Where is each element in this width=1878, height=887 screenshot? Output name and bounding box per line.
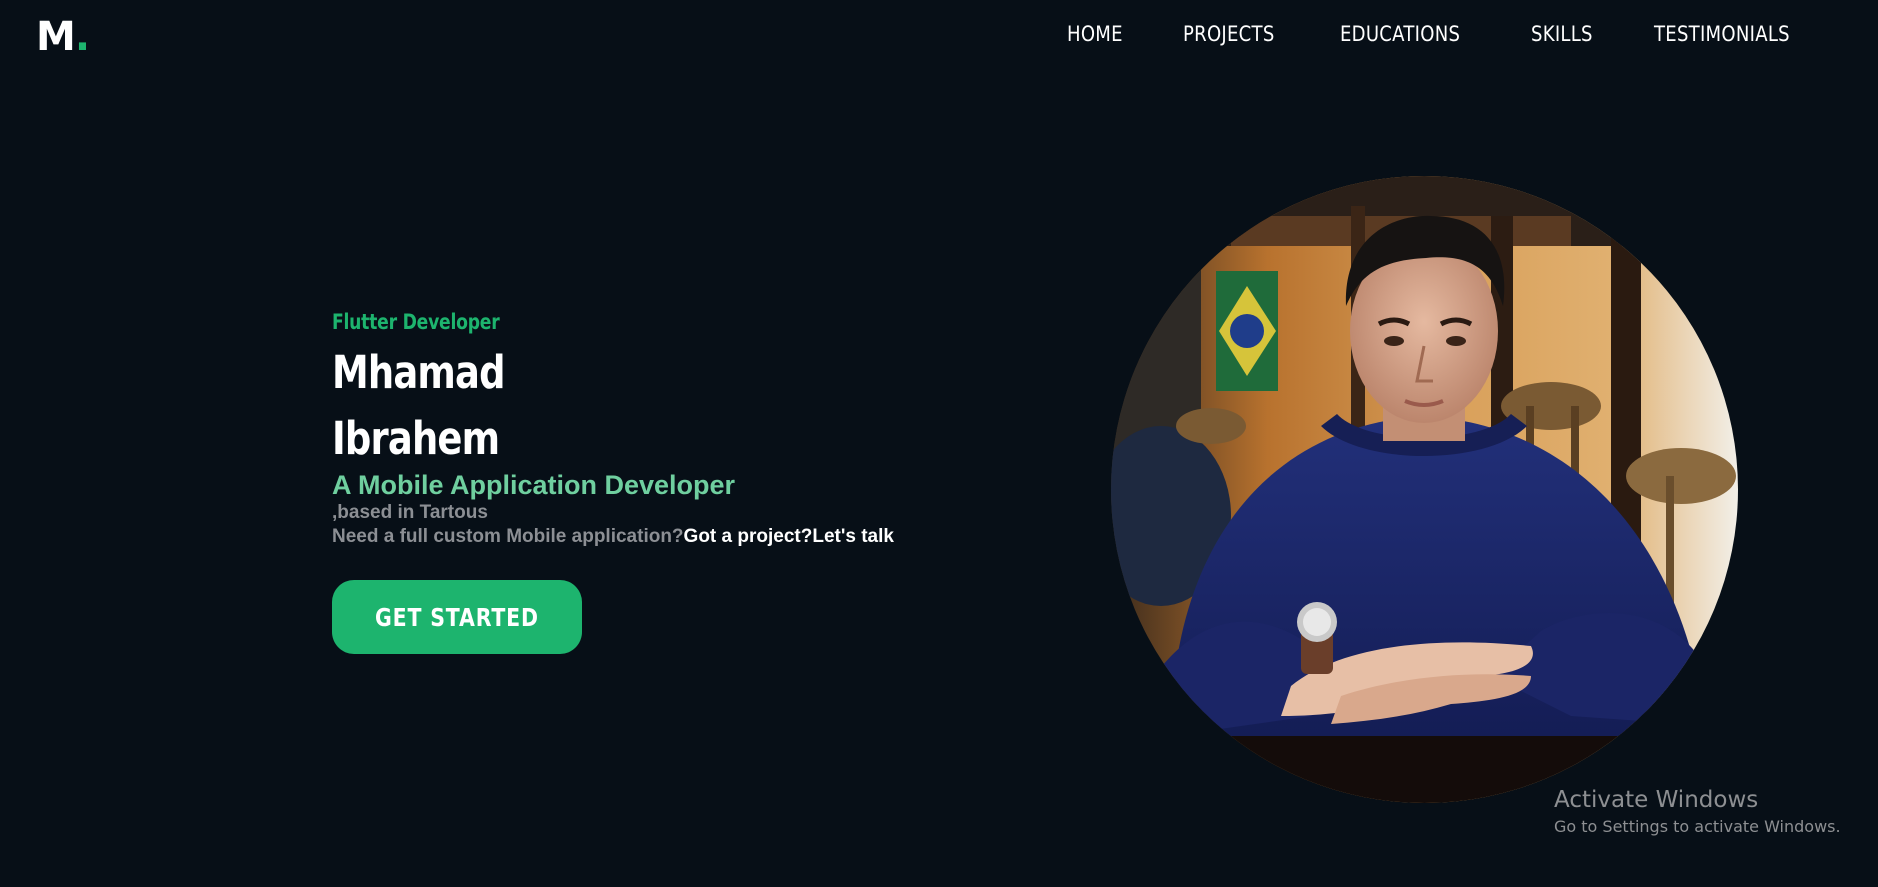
- hero-need-text: Need a full custom Mobile application?: [332, 526, 684, 547]
- hero-first-name: Mhamad: [332, 346, 506, 399]
- profile-photo: [1111, 176, 1738, 803]
- hero-section: Flutter Developer Mhamad Ibrahem A Mobil…: [332, 310, 894, 654]
- hero-role: Flutter Developer: [332, 310, 500, 334]
- watermark-subtitle: Go to Settings to activate Windows.: [1554, 817, 1841, 836]
- hero-name: Mhamad Ibrahem: [332, 340, 894, 472]
- watermark-title: Activate Windows: [1554, 787, 1759, 813]
- nav-projects[interactable]: PROJECTS: [1183, 22, 1275, 46]
- hero-pitch: Need a full custom Mobile application?Go…: [332, 525, 894, 549]
- logo-dot: .: [74, 14, 90, 60]
- get-started-button[interactable]: GET STARTED: [332, 580, 582, 654]
- nav-home[interactable]: HOME: [1067, 22, 1123, 46]
- hero-cta-text: Got a project?Let's talk: [683, 526, 894, 547]
- hero-location: ,based in Tartous: [332, 502, 488, 523]
- hero-last-name: Ibrahem: [332, 412, 500, 465]
- hero-subtitle: A Mobile Application Developer: [332, 470, 736, 500]
- nav-skills[interactable]: SKILLS: [1531, 22, 1593, 46]
- logo-letter: M: [36, 14, 76, 60]
- get-started-label: GET STARTED: [375, 602, 539, 632]
- nav-testimonials[interactable]: TESTIMONIALS: [1654, 22, 1790, 46]
- nav-educations[interactable]: EDUCATIONS: [1340, 22, 1460, 46]
- page: M . HOME PROJECTS EDUCATIONS SKILLS TEST…: [0, 0, 1878, 887]
- main-nav: HOME PROJECTS EDUCATIONS SKILLS TESTIMON…: [1067, 22, 1812, 46]
- logo[interactable]: M .: [36, 14, 90, 60]
- activate-windows-watermark: Activate Windows Go to Settings to activ…: [1554, 784, 1841, 838]
- profile-photo-illustration: [1111, 176, 1738, 803]
